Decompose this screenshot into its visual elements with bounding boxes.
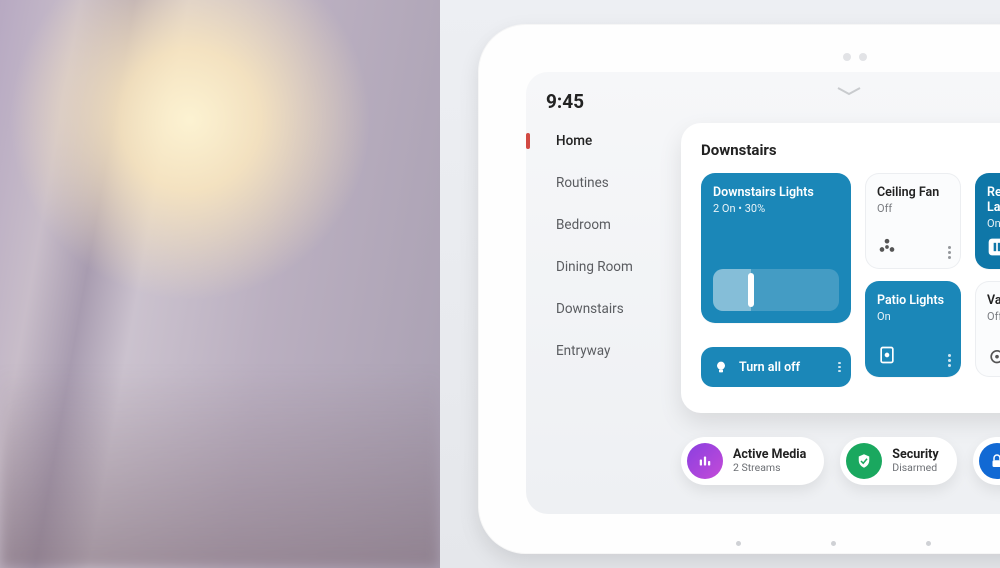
tile-downstairs-lights[interactable]: Downstairs Lights 2 On • 30% [701, 173, 851, 323]
pill-locks[interactable]: Locks All Locked [973, 437, 1000, 485]
pill-sub: Disarmed [892, 461, 938, 474]
kebab-icon[interactable] [838, 362, 841, 372]
pill-active-media[interactable]: Active Media 2 Streams [681, 437, 824, 485]
sidebar-item-downstairs[interactable]: Downstairs [546, 301, 681, 317]
media-icon [687, 443, 723, 479]
panel-title: Downstairs [701, 141, 1000, 159]
lock-icon [979, 443, 1000, 479]
sidebar-nav: Home Routines Bedroom Dining Room Downst… [546, 127, 681, 509]
sidebar-item-entryway[interactable]: Entryway [546, 343, 681, 359]
fan-icon [877, 237, 949, 257]
vacuum-icon [987, 345, 1000, 365]
tile-status: Off [987, 310, 1000, 323]
device-bezel: 9:45 Home Routines Bedroom Dining Room D… [478, 24, 1000, 554]
shield-icon [846, 443, 882, 479]
tile-title: Downstairs Lights [713, 185, 839, 200]
ambient-photo [0, 0, 440, 568]
sidebar-item-home[interactable]: Home [546, 133, 681, 149]
tile-title: Ceiling Fan [877, 185, 949, 200]
turn-all-off-label: Turn all off [739, 360, 800, 375]
tile-status: Off [877, 202, 949, 215]
room-panel: Downstairs Downstairs Lights 2 On • 30% [681, 123, 1000, 413]
tile-ceiling-fan[interactable]: Ceiling Fan Off [865, 173, 961, 269]
tile-status: On [877, 310, 949, 323]
hardware-dots [516, 541, 1000, 546]
tile-title: Patio Lights [877, 293, 949, 308]
kebab-icon[interactable] [948, 354, 951, 367]
turn-all-off-button[interactable]: Turn all off [701, 347, 851, 387]
tile-vacuum[interactable]: Vacuum Off [975, 281, 1000, 377]
device-side: 9:45 Home Routines Bedroom Dining Room D… [440, 0, 1000, 568]
kebab-icon[interactable] [948, 246, 951, 259]
light-panel-icon [877, 345, 949, 365]
sidebar-item-dining-room[interactable]: Dining Room [546, 259, 681, 275]
clock-time: 9:45 [546, 90, 1000, 113]
pill-security[interactable]: Security Disarmed [840, 437, 956, 485]
pill-label: Active Media [733, 448, 806, 462]
quick-pills-row: Active Media 2 Streams Security Disarmed [681, 437, 1000, 485]
tile-patio-lights[interactable]: Patio Lights On [865, 281, 961, 377]
device-screen: 9:45 Home Routines Bedroom Dining Room D… [526, 72, 1000, 514]
chevron-down-icon[interactable] [836, 86, 862, 96]
pill-label: Security [892, 448, 938, 462]
camera-sensor [839, 46, 899, 56]
pause-icon [987, 237, 1000, 257]
tile-title: Vacuum [987, 293, 1000, 308]
brightness-slider[interactable] [713, 269, 839, 311]
tile-title: ReadingLamp [987, 185, 1000, 215]
tile-status: On [987, 217, 1000, 230]
tile-reading-lamp[interactable]: ReadingLamp On [975, 173, 1000, 269]
sidebar-item-routines[interactable]: Routines [546, 175, 681, 191]
tile-status: 2 On • 30% [713, 202, 839, 215]
bulb-icon [713, 359, 729, 375]
pill-sub: 2 Streams [733, 461, 806, 474]
sidebar-item-bedroom[interactable]: Bedroom [546, 217, 681, 233]
